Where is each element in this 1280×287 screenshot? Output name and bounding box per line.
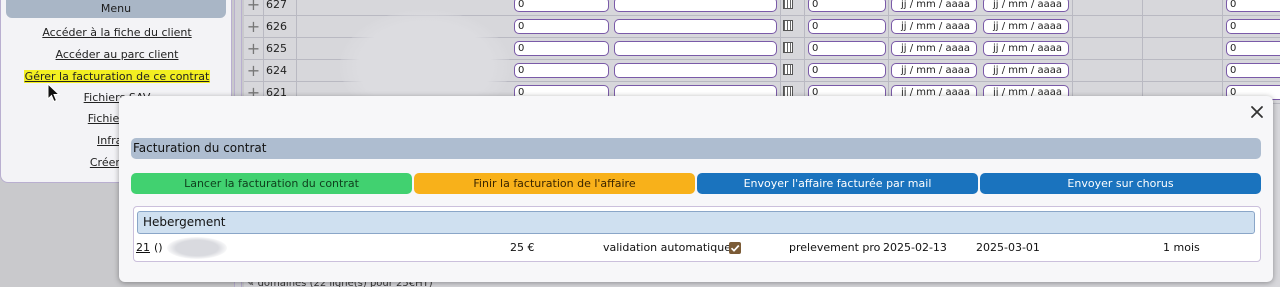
label-field[interactable] (614, 19, 777, 34)
label-field[interactable] (614, 0, 777, 12)
expand-icon[interactable]: + (244, 0, 264, 16)
label-field[interactable] (614, 41, 777, 56)
row-id: 625 (266, 42, 287, 55)
validation-label: validation automatique? (603, 241, 737, 254)
start-date-field[interactable]: jj / mm / aaaa (891, 19, 977, 34)
line-price: 25 € (510, 241, 535, 254)
start-date-field[interactable]: jj / mm / aaaa (891, 63, 977, 78)
redacted-area (167, 237, 227, 259)
check-icon (730, 244, 740, 252)
validation-checkbox[interactable] (729, 242, 741, 254)
menu-link-client-fleet[interactable]: Accéder au parc client (1, 48, 233, 61)
line-paren: () (154, 241, 163, 254)
send-mail-button[interactable]: Envoyer l'affaire facturée par mail (697, 173, 978, 194)
quantity-field[interactable]: 0 (514, 19, 609, 34)
launch-billing-button[interactable]: Lancer la facturation du contrat (131, 173, 412, 194)
end-date-field[interactable]: jj / mm / aaaa (983, 41, 1069, 56)
quantity-field[interactable]: 0 (514, 0, 609, 12)
menu-link-label: Gérer la facturation de ce contrat (23, 70, 211, 83)
menu-link-client-card[interactable]: Accéder à la fiche du client (1, 26, 233, 39)
label-field[interactable] (614, 63, 777, 78)
row-id: 626 (266, 20, 287, 33)
calendar-icon[interactable] (783, 64, 793, 75)
row-id: 627 (266, 0, 287, 11)
send-chorus-button[interactable]: Envoyer sur chorus (980, 173, 1261, 194)
start-date-field[interactable]: jj / mm / aaaa (891, 41, 977, 56)
amount-field[interactable]: 0 (808, 63, 886, 78)
billing-period: 1 mois (1163, 241, 1200, 254)
expand-icon[interactable]: + (244, 16, 264, 38)
finish-billing-button[interactable]: Finir la facturation de l'affaire (414, 173, 695, 194)
row-id: 624 (266, 64, 287, 77)
end-date-field[interactable]: jj / mm / aaaa (983, 63, 1069, 78)
calendar-icon[interactable] (783, 42, 793, 53)
end-date-field[interactable]: jj / mm / aaaa (983, 0, 1069, 12)
end-date: 2025-03-01 (976, 241, 1040, 254)
last-field[interactable]: 0 (1226, 63, 1280, 78)
end-date-field[interactable]: jj / mm / aaaa (983, 19, 1069, 34)
billing-section: Hebergement 21 () 25 € validation automa… (133, 206, 1261, 262)
quantity-field[interactable]: 0 (514, 41, 609, 56)
section-title: Hebergement (137, 211, 1255, 234)
last-field[interactable]: 0 (1226, 0, 1280, 12)
start-date-field[interactable]: jj / mm / aaaa (891, 0, 977, 12)
quantity-field[interactable]: 0 (514, 63, 609, 78)
last-field[interactable]: 0 (1226, 41, 1280, 56)
amount-field[interactable]: 0 (808, 19, 886, 34)
amount-field[interactable]: 0 (808, 0, 886, 12)
line-id-link[interactable]: 21 (136, 240, 150, 256)
expand-icon[interactable]: + (244, 60, 264, 82)
mouse-cursor-icon (47, 83, 61, 103)
calendar-icon[interactable] (783, 0, 793, 9)
calendar-icon[interactable] (783, 20, 793, 31)
expand-icon[interactable]: + (244, 38, 264, 60)
menu-link-contract-billing[interactable]: Gérer la facturation de ce contrat (1, 70, 233, 83)
amount-field[interactable]: 0 (808, 41, 886, 56)
page: + 627 0 0 jj / mm / aaaa jj / mm / aaaa … (0, 0, 1280, 287)
billing-modal: Facturation du contrat Lancer la factura… (119, 96, 1273, 282)
modal-title: Facturation du contrat (131, 138, 1261, 159)
close-icon[interactable] (1249, 104, 1265, 120)
start-date: 2025-02-13 (883, 241, 947, 254)
last-field[interactable]: 0 (1226, 19, 1280, 34)
menu-title: Menu (6, 0, 226, 18)
payment-method: prelevement pro (789, 241, 881, 254)
